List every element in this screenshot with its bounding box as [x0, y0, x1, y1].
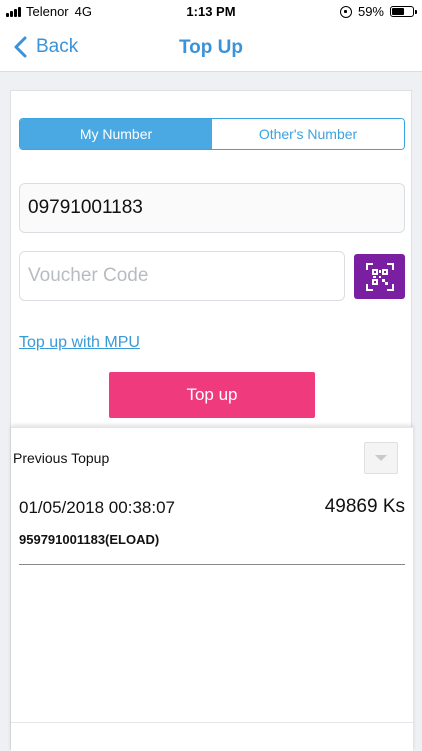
- page-title: Top Up: [178, 37, 243, 58]
- status-bar: Telenor 4G 1:13 PM 59%: [0, 0, 422, 24]
- status-right: 59%: [339, 4, 417, 19]
- caret-down-icon: [375, 455, 387, 461]
- battery-fill: [392, 8, 404, 15]
- battery-icon: [390, 6, 417, 17]
- qr-scan-button[interactable]: [354, 254, 405, 299]
- topup-card: My Number Other's Number 09791001183 Vou…: [10, 90, 413, 751]
- panel-bottom-divider: [11, 722, 413, 723]
- topup-number: 959791001183(ELOAD): [19, 532, 160, 547]
- tab-others-number[interactable]: Other's Number: [212, 119, 404, 149]
- topup-with-mpu-link[interactable]: Top up with MPU: [19, 334, 140, 352]
- topup-amount: 49869 Ks: [324, 496, 405, 517]
- row-divider: [19, 564, 405, 565]
- topup-datetime: 01/05/2018 00:38:07: [19, 498, 175, 517]
- previous-topup-dropdown-button[interactable]: [364, 442, 398, 474]
- battery-percent: 59%: [357, 4, 384, 19]
- voucher-code-input[interactable]: Voucher Code: [19, 251, 345, 301]
- rotation-lock-icon: [339, 5, 352, 18]
- tab-my-number[interactable]: My Number: [20, 119, 212, 149]
- nav-bar: Back Top Up: [0, 24, 422, 72]
- topup-button[interactable]: Top up: [109, 372, 315, 418]
- phone-number-input[interactable]: 09791001183: [19, 183, 405, 233]
- number-type-segmented-control: My Number Other's Number: [19, 118, 405, 150]
- qr-scan-icon: [365, 262, 394, 291]
- previous-topup-title: Previous Topup: [13, 450, 110, 466]
- previous-topup-panel: Previous Topup 01/05/2018 00:38:07 49869…: [11, 427, 413, 751]
